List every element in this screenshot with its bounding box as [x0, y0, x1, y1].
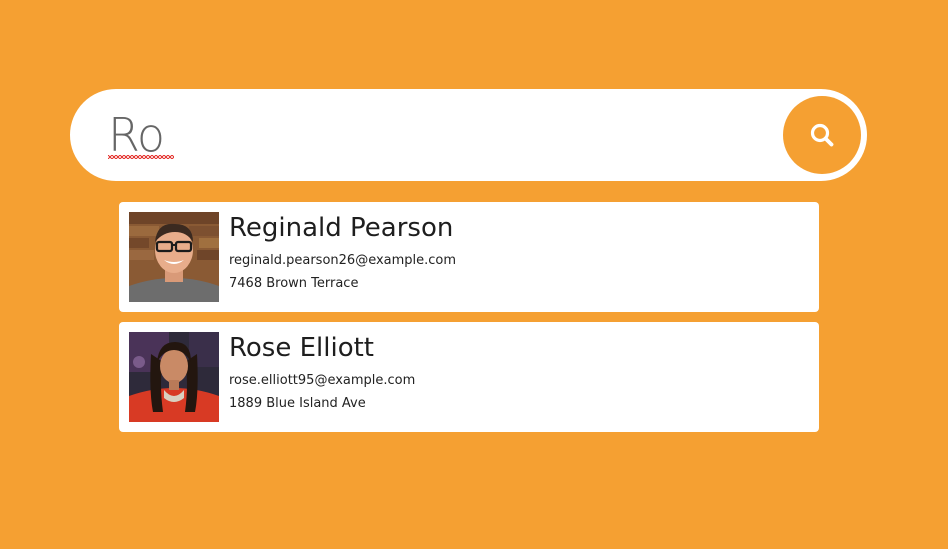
result-name: Reginald Pearson — [229, 213, 454, 243]
search-results: Reginald Pearson reginald.pearson26@exam… — [119, 202, 819, 442]
result-address: 1889 Blue Island Ave — [229, 396, 366, 411]
result-email: reginald.pearson26@example.com — [229, 253, 457, 268]
spellcheck-underline — [108, 155, 174, 159]
result-card[interactable]: Reginald Pearson reginald.pearson26@exam… — [119, 202, 819, 312]
search-icon — [809, 122, 835, 148]
avatar — [129, 332, 219, 422]
result-name: Rose Elliott — [229, 333, 375, 363]
search-bar — [70, 89, 867, 181]
result-info: Reginald Pearson reginald.pearson26@exam… — [229, 210, 809, 294]
result-card[interactable]: Rose Elliott rose.elliott95@example.com … — [119, 322, 819, 432]
avatar — [129, 212, 219, 302]
result-address: 7468 Brown Terrace — [229, 276, 359, 291]
result-info: Rose Elliott rose.elliott95@example.com … — [229, 330, 809, 414]
search-input[interactable] — [108, 103, 768, 167]
search-button[interactable] — [783, 96, 861, 174]
result-email: rose.elliott95@example.com — [229, 373, 416, 388]
